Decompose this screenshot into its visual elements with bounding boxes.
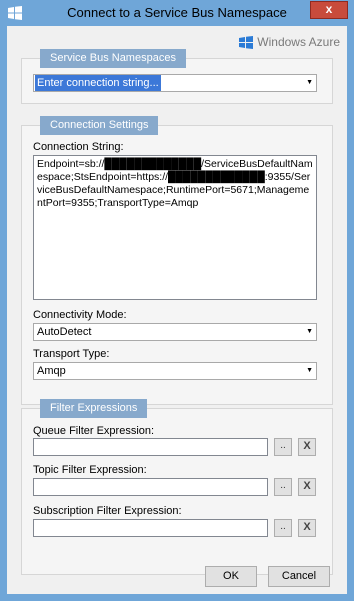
queue-filter-label: Queue Filter Expression: (33, 425, 155, 437)
transport-type-label: Transport Type: (33, 348, 110, 360)
transport-type-value: Amqp (37, 365, 66, 377)
close-button[interactable]: x (310, 1, 348, 19)
namespace-combobox-value: Enter connection string... (35, 75, 161, 91)
brand-text: Windows Azure (257, 35, 340, 49)
chevron-down-icon: ▼ (306, 367, 313, 374)
cancel-button[interactable]: Cancel (268, 566, 330, 587)
chevron-down-icon: ▼ (306, 328, 313, 335)
connection-string-label: Connection String: (33, 141, 124, 153)
title-bar[interactable]: Connect to a Service Bus Namespace x (0, 0, 354, 26)
connectivity-mode-value: AutoDetect (37, 326, 92, 338)
connection-settings-group: Connection Settings Connection String: E… (21, 116, 333, 405)
subscription-filter-input[interactable] (33, 519, 268, 537)
queue-filter-input[interactable] (33, 438, 268, 456)
window-title: Connect to a Service Bus Namespace (67, 5, 287, 20)
namespaces-group: Service Bus Namespaces Enter connection … (21, 49, 333, 104)
dialog-window: Connect to a Service Bus Namespace x Win… (0, 0, 354, 601)
subscription-filter-label: Subscription Filter Expression: (33, 505, 182, 517)
connection-settings-group-title: Connection Settings (40, 116, 159, 135)
filter-expressions-group: Filter Expressions Queue Filter Expressi… (21, 399, 333, 575)
topic-filter-input[interactable] (33, 478, 268, 496)
transport-type-combobox[interactable]: Amqp ▼ (33, 362, 317, 380)
queue-filter-clear-button[interactable]: X (298, 438, 316, 456)
chevron-down-icon: ▼ (306, 79, 313, 86)
dialog-body: Windows Azure Service Bus Namespaces Ent… (7, 26, 347, 594)
connection-string-textarea[interactable]: Endpoint=sb://█████████████/ServiceBusDe… (33, 155, 317, 300)
filter-expressions-group-title: Filter Expressions (40, 399, 148, 418)
ok-button[interactable]: OK (205, 566, 257, 587)
windows-azure-brand: Windows Azure (239, 34, 340, 50)
subscription-filter-browse-button[interactable]: .. (274, 519, 292, 537)
subscription-filter-clear-button[interactable]: X (298, 519, 316, 537)
topic-filter-browse-button[interactable]: .. (274, 478, 292, 496)
connectivity-mode-combobox[interactable]: AutoDetect ▼ (33, 323, 317, 341)
topic-filter-label: Topic Filter Expression: (33, 464, 147, 476)
queue-filter-browse-button[interactable]: .. (274, 438, 292, 456)
topic-filter-clear-button[interactable]: X (298, 478, 316, 496)
windows-azure-logo-icon (239, 35, 254, 49)
connectivity-mode-label: Connectivity Mode: (33, 309, 127, 321)
namespaces-group-title: Service Bus Namespaces (40, 49, 186, 68)
namespace-combobox[interactable]: Enter connection string... ▼ (33, 74, 317, 92)
